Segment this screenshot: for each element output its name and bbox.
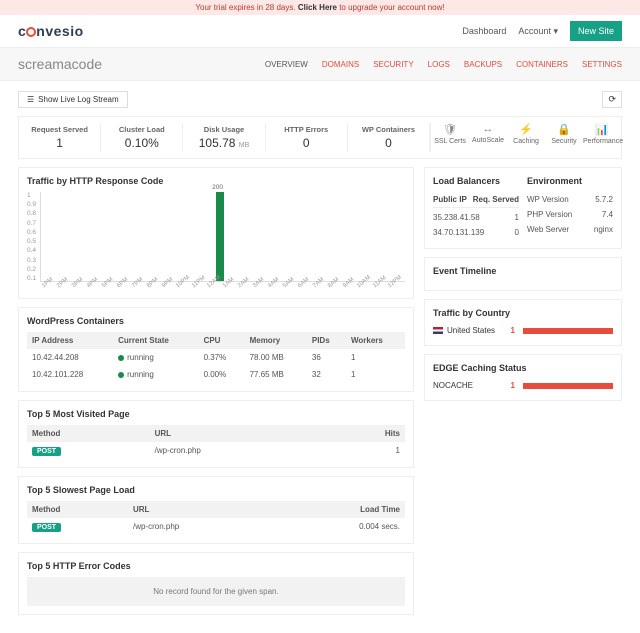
autoscale-icon: ↔ (469, 123, 507, 135)
country-bar (523, 328, 613, 334)
country-panel: Traffic by Country United States 1 (424, 299, 622, 346)
wpc-title: WordPress Containers (27, 316, 405, 326)
method-badge: POST (32, 523, 61, 532)
country-title: Traffic by Country (433, 308, 613, 318)
stat-request-served: Request Served1 (19, 123, 101, 152)
stat-cluster-load: Cluster Load0.10% (101, 123, 183, 152)
errors-title: Top 5 HTTP Error Codes (27, 561, 405, 571)
table-row: 10.42.101.228running0.00%77.65 MB321 (27, 366, 405, 383)
stat-http-errors: HTTP Errors0 (266, 123, 348, 152)
show-log-stream-button[interactable]: ☰Show Live Log Stream (18, 91, 128, 108)
table-row: 10.42.44.208running0.37%78.00 MB361 (27, 349, 405, 366)
trial-suffix: to upgrade your account now! (337, 3, 445, 12)
quick-caching[interactable]: ⚡Caching (507, 123, 545, 152)
lb-row: 35.238.41.581 (433, 210, 519, 225)
method-badge: POST (32, 447, 61, 456)
nav-account[interactable]: Account ▾ (518, 26, 558, 37)
lb-env-panel: Load Balancers Public IPReq. Served 35.2… (424, 167, 622, 249)
bar-label: 200 (212, 184, 223, 191)
errors-panel: Top 5 HTTP Error Codes No record found f… (18, 552, 414, 615)
shield-icon: 🛡 (431, 123, 469, 136)
tab-domains[interactable]: DOMAINS (322, 60, 359, 69)
list-icon: ☰ (27, 95, 34, 104)
refresh-button[interactable]: ⟳ (602, 91, 622, 108)
lb-title: Load Balancers (433, 176, 519, 186)
bolt-icon: ⚡ (507, 123, 545, 136)
no-record: No record found for the given span. (27, 577, 405, 606)
timeline-title: Event Timeline (433, 266, 613, 276)
edge-bar (523, 383, 613, 389)
trial-click-here[interactable]: Click Here (298, 3, 337, 12)
env-row: Web Servernginx (527, 222, 613, 237)
header: cnvesio Dashboard Account ▾ New Site (0, 15, 640, 48)
country-row: United States 1 (433, 324, 613, 337)
wp-containers-panel: WordPress Containers IP AddressCurrent S… (18, 307, 414, 392)
new-site-button[interactable]: New Site (570, 21, 622, 41)
quick-security[interactable]: 🔒Security (545, 123, 583, 152)
lb-row: 34.70.131.1390 (433, 225, 519, 240)
tab-overview[interactable]: OVERVIEW (265, 60, 308, 69)
env-row: PHP Version7.4 (527, 207, 613, 222)
nav-dashboard[interactable]: Dashboard (462, 26, 506, 36)
tab-containers[interactable]: CONTAINERS (516, 60, 568, 69)
traffic-chart-panel: Traffic by HTTP Response Code 10.90.80.7… (18, 167, 414, 299)
visited-panel: Top 5 Most Visited Page MethodURLHits PO… (18, 400, 414, 468)
logo[interactable]: cnvesio (18, 23, 84, 39)
chart-bar (216, 192, 224, 281)
logo-o-icon (26, 27, 36, 37)
edge-row: NOCACHE 1 (433, 379, 613, 392)
env-title: Environment (527, 176, 613, 186)
slowest-title: Top 5 Slowest Page Load (27, 485, 405, 495)
quick-performance[interactable]: 📊Performance (583, 123, 621, 152)
visited-title: Top 5 Most Visited Page (27, 409, 405, 419)
quick-autoscale[interactable]: ↔AutoScale (469, 123, 507, 152)
slowest-panel: Top 5 Slowest Page Load MethodURLLoad Ti… (18, 476, 414, 544)
quick-links: 🛡SSL Certs ↔AutoScale ⚡Caching 🔒Security… (430, 123, 621, 152)
env-row: WP Version5.7.2 (527, 192, 613, 207)
stat-wp-containers: WP Containers0 (348, 123, 430, 152)
tab-settings[interactable]: SETTINGS (582, 60, 622, 69)
edge-title: EDGE Caching Status (433, 363, 613, 373)
table-row: POST/wp-cron.php1 (27, 442, 405, 459)
stat-disk-usage: Disk Usage105.78 MB (183, 123, 265, 152)
site-bar: screamacode OVERVIEW DOMAINS SECURITY LO… (0, 48, 640, 81)
wpc-table: IP AddressCurrent StateCPUMemoryPIDsWork… (27, 332, 405, 383)
us-flag-icon (433, 327, 443, 334)
chart-icon: 📊 (583, 123, 621, 136)
edge-panel: EDGE Caching Status NOCACHE 1 (424, 354, 622, 401)
tab-security[interactable]: SECURITY (373, 60, 413, 69)
trial-text: Your trial expires in 28 days. (195, 3, 297, 12)
quick-ssl[interactable]: 🛡SSL Certs (431, 123, 469, 152)
tab-backups[interactable]: BACKUPS (464, 60, 502, 69)
timeline-panel: Event Timeline (424, 257, 622, 291)
site-name: screamacode (18, 56, 102, 72)
lock-icon: 🔒 (545, 123, 583, 136)
traffic-chart: 10.90.80.70.60.50.40.30.20.1 200 (27, 192, 405, 282)
table-row: POST/wp-cron.php0.004 secs. (27, 518, 405, 535)
site-tabs: OVERVIEW DOMAINS SECURITY LOGS BACKUPS C… (265, 60, 622, 69)
tab-logs[interactable]: LOGS (428, 60, 450, 69)
trial-banner: Your trial expires in 28 days. Click Her… (0, 0, 640, 15)
stats-panel: Request Served1 Cluster Load0.10% Disk U… (18, 116, 622, 159)
